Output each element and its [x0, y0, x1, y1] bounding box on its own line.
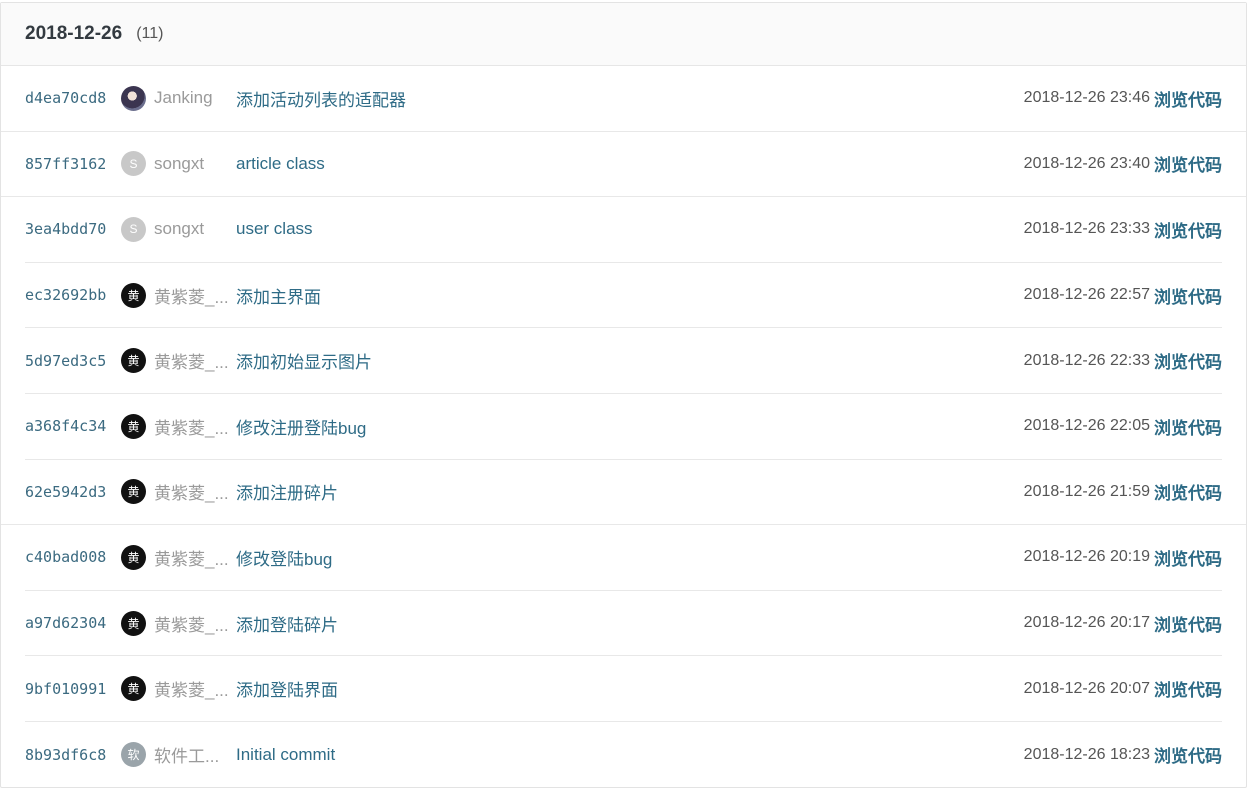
commit-row: 857ff3162 S songxt article class 2018-12…: [1, 132, 1246, 198]
browse-code-link[interactable]: 浏览代码: [1154, 414, 1222, 439]
commit-sha-link[interactable]: a368f4c34: [25, 417, 121, 435]
commit-time: 2018-12-26 20:07: [1023, 679, 1150, 697]
commit-time: 2018-12-26 23:46: [1023, 89, 1150, 107]
commit-sha-link[interactable]: 857ff3162: [25, 155, 121, 173]
commit-row: ec32692bb 黄 黄紫菱_... 添加主界面 2018-12-26 22:…: [25, 263, 1222, 329]
commit-group-header: 2018-12-26 (11): [1, 3, 1246, 66]
author-avatar[interactable]: 黄: [121, 479, 146, 505]
commit-sha-link[interactable]: 62e5942d3: [25, 483, 121, 501]
commit-list: d4ea70cd8 Janking 添加活动列表的适配器 2018-12-26 …: [1, 66, 1246, 788]
commit-count: (11): [136, 25, 164, 42]
commit-time: 2018-12-26 20:19: [1023, 548, 1150, 566]
browse-code-link[interactable]: 浏览代码: [1154, 676, 1222, 701]
author-avatar[interactable]: 黄: [121, 348, 146, 374]
commit-date-heading: 2018-12-26: [25, 23, 123, 44]
commit-time: 2018-12-26 22:33: [1023, 351, 1150, 369]
author-name[interactable]: songxt: [154, 154, 236, 174]
author-name[interactable]: 黄紫菱_...: [154, 545, 236, 570]
commit-sha-link[interactable]: 9bf010991: [25, 680, 121, 698]
browse-code-link[interactable]: 浏览代码: [1154, 611, 1222, 636]
commit-message-link[interactable]: 添加活动列表的适配器: [236, 86, 1024, 111]
author-name[interactable]: 黄紫菱_...: [154, 283, 236, 308]
author-name[interactable]: 黄紫菱_...: [154, 479, 236, 504]
browse-code-link[interactable]: 浏览代码: [1154, 151, 1222, 176]
commit-sha-link[interactable]: ec32692bb: [25, 286, 121, 304]
commit-time: 2018-12-26 20:17: [1023, 614, 1150, 632]
author-avatar[interactable]: 黄: [121, 282, 146, 308]
commit-message-link[interactable]: user class: [236, 219, 1024, 239]
commit-row: c40bad008 黄 黄紫菱_... 修改登陆bug 2018-12-26 2…: [25, 525, 1222, 591]
browse-code-link[interactable]: 浏览代码: [1154, 86, 1222, 111]
author-name[interactable]: Janking: [154, 88, 236, 108]
author-avatar[interactable]: 黄: [121, 676, 146, 702]
commit-sha-link[interactable]: a97d62304: [25, 614, 121, 632]
commit-message-link[interactable]: article class: [236, 154, 1024, 174]
commit-message-link[interactable]: 添加登陆碎片: [236, 611, 1024, 636]
commit-sha-link[interactable]: d4ea70cd8: [25, 89, 121, 107]
commit-time: 2018-12-26 22:05: [1023, 417, 1150, 435]
commit-row: 62e5942d3 黄 黄紫菱_... 添加注册碎片 2018-12-26 21…: [1, 460, 1246, 526]
commit-sha-link[interactable]: 8b93df6c8: [25, 746, 121, 764]
commit-message-link[interactable]: 修改登陆bug: [236, 545, 1024, 570]
browse-code-link[interactable]: 浏览代码: [1154, 545, 1222, 570]
browse-code-link[interactable]: 浏览代码: [1154, 283, 1222, 308]
commit-time: 2018-12-26 22:57: [1023, 286, 1150, 304]
commit-time: 2018-12-26 23:40: [1023, 154, 1150, 172]
commit-row: d4ea70cd8 Janking 添加活动列表的适配器 2018-12-26 …: [1, 66, 1246, 132]
commit-time: 2018-12-26 21:59: [1023, 482, 1150, 500]
author-avatar[interactable]: 黄: [121, 544, 146, 570]
commit-row: 3ea4bdd70 S songxt user class 2018-12-26…: [25, 197, 1222, 263]
browse-code-link[interactable]: 浏览代码: [1154, 348, 1222, 373]
author-name[interactable]: 黄紫菱_...: [154, 676, 236, 701]
commit-message-link[interactable]: Initial commit: [236, 745, 1024, 765]
author-name[interactable]: 黄紫菱_...: [154, 414, 236, 439]
commit-row: 9bf010991 黄 黄紫菱_... 添加登陆界面 2018-12-26 20…: [25, 656, 1222, 722]
commit-row: 8b93df6c8 软 软件工... Initial commit 2018-1…: [25, 722, 1222, 788]
commit-group-panel: 2018-12-26 (11) d4ea70cd8 Janking 添加活动列表…: [0, 2, 1247, 788]
commit-row: a97d62304 黄 黄紫菱_... 添加登陆碎片 2018-12-26 20…: [25, 591, 1222, 657]
author-avatar[interactable]: 黄: [121, 610, 146, 636]
author-name[interactable]: 黄紫菱_...: [154, 611, 236, 636]
author-name[interactable]: songxt: [154, 219, 236, 239]
author-avatar[interactable]: 黄: [121, 413, 146, 439]
commit-message-link[interactable]: 添加主界面: [236, 283, 1024, 308]
author-avatar[interactable]: S: [121, 151, 146, 177]
author-avatar[interactable]: S: [121, 216, 146, 242]
commit-sha-link[interactable]: c40bad008: [25, 548, 121, 566]
author-name[interactable]: 软件工...: [154, 742, 236, 767]
commit-message-link[interactable]: 修改注册登陆bug: [236, 414, 1024, 439]
commit-time: 2018-12-26 18:23: [1023, 745, 1150, 763]
author-avatar[interactable]: 软: [121, 742, 146, 768]
author-name[interactable]: 黄紫菱_...: [154, 348, 236, 373]
commit-time: 2018-12-26 23:33: [1023, 220, 1150, 238]
browse-code-link[interactable]: 浏览代码: [1154, 479, 1222, 504]
commit-message-link[interactable]: 添加注册碎片: [236, 479, 1024, 504]
browse-code-link[interactable]: 浏览代码: [1154, 217, 1222, 242]
browse-code-link[interactable]: 浏览代码: [1154, 742, 1222, 767]
commit-row: 5d97ed3c5 黄 黄紫菱_... 添加初始显示图片 2018-12-26 …: [25, 328, 1222, 394]
author-avatar[interactable]: [121, 85, 146, 111]
commit-row: a368f4c34 黄 黄紫菱_... 修改注册登陆bug 2018-12-26…: [25, 394, 1222, 460]
commit-message-link[interactable]: 添加登陆界面: [236, 676, 1024, 701]
commit-sha-link[interactable]: 3ea4bdd70: [25, 220, 121, 238]
commit-message-link[interactable]: 添加初始显示图片: [236, 348, 1024, 373]
commit-sha-link[interactable]: 5d97ed3c5: [25, 352, 121, 370]
